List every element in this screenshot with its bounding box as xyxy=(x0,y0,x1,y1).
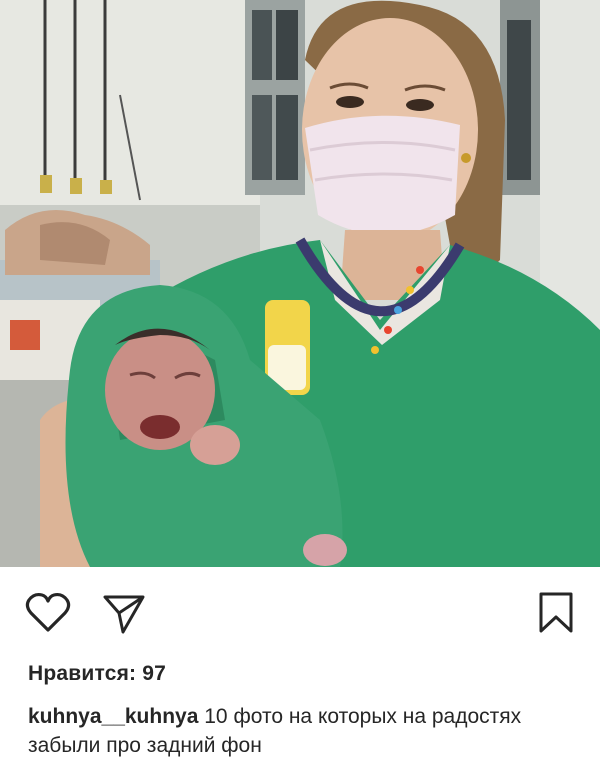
likes-count[interactable]: Нравится: 97 xyxy=(28,662,166,686)
post-actions-bar xyxy=(0,567,600,657)
photo-nurse-with-newborn xyxy=(0,0,600,567)
paper-plane-icon[interactable] xyxy=(102,593,146,635)
post-photo[interactable] xyxy=(0,0,600,567)
post-caption: kuhnya__kuhnya 10 фото на которых на рад… xyxy=(28,702,573,760)
bookmark-outline-icon[interactable] xyxy=(537,592,575,634)
heart-outline-icon[interactable] xyxy=(25,592,71,634)
caption-username[interactable]: kuhnya__kuhnya xyxy=(28,705,198,728)
